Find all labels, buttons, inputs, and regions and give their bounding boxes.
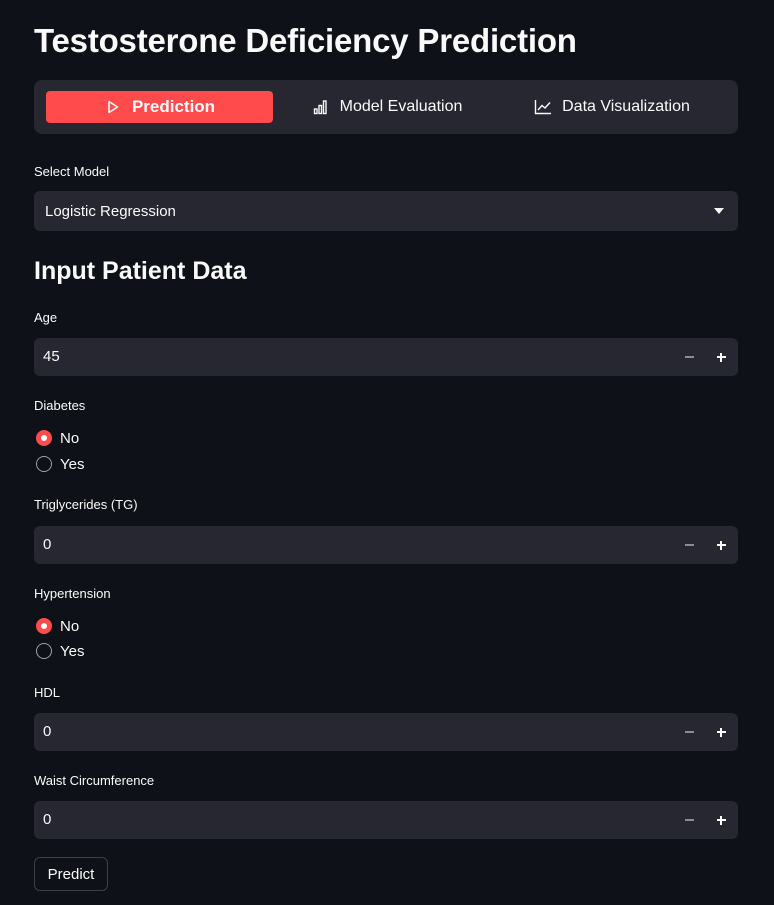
tab-prediction[interactable]: Prediction bbox=[46, 91, 273, 123]
waist-label: Waist Circumference bbox=[34, 773, 155, 788]
play-icon bbox=[104, 98, 122, 116]
tg-decrement-button[interactable] bbox=[674, 526, 704, 564]
radio-unselected-icon bbox=[36, 456, 52, 472]
diabetes-option-no-label: No bbox=[60, 429, 80, 447]
tab-model-evaluation-label: Model Evaluation bbox=[339, 98, 463, 115]
select-model-label: Select Model bbox=[34, 164, 110, 179]
waist-decrement-button[interactable] bbox=[674, 801, 704, 839]
waist-value[interactable]: 0 bbox=[43, 801, 51, 839]
page-title: Testosterone Deficiency Prediction bbox=[34, 22, 577, 59]
tab-data-visualization[interactable]: Data Visualization bbox=[525, 91, 699, 123]
age-input[interactable]: 45 bbox=[34, 338, 738, 376]
tg-label: Triglycerides (TG) bbox=[34, 497, 138, 512]
model-select-value: Logistic Regression bbox=[45, 202, 176, 220]
radio-selected-icon bbox=[36, 430, 52, 446]
chevron-down-icon bbox=[714, 208, 724, 214]
tg-input[interactable]: 0 bbox=[34, 526, 738, 564]
app-page: Testosterone Deficiency Prediction Predi… bbox=[0, 0, 774, 905]
hdl-value[interactable]: 0 bbox=[43, 713, 51, 751]
hypertension-option-no[interactable]: No bbox=[36, 616, 79, 636]
tab-bar: Prediction Model Evaluation Data Visuali… bbox=[34, 80, 738, 134]
minus-icon bbox=[684, 544, 694, 546]
waist-increment-button[interactable] bbox=[706, 801, 736, 839]
hypertension-option-yes-label: Yes bbox=[60, 642, 85, 660]
waist-input[interactable]: 0 bbox=[34, 801, 738, 839]
hdl-increment-button[interactable] bbox=[706, 713, 736, 751]
minus-icon bbox=[684, 731, 694, 733]
radio-selected-icon bbox=[36, 618, 52, 634]
hdl-label: HDL bbox=[34, 685, 61, 700]
radio-unselected-icon bbox=[36, 643, 52, 659]
age-decrement-button[interactable] bbox=[674, 338, 704, 376]
hypertension-option-no-label: No bbox=[60, 617, 80, 635]
diabetes-option-yes-label: Yes bbox=[60, 455, 85, 473]
line-chart-icon bbox=[534, 98, 552, 116]
section-title: Input Patient Data bbox=[34, 257, 247, 285]
tg-value[interactable]: 0 bbox=[43, 526, 51, 564]
tab-prediction-label: Prediction bbox=[131, 97, 216, 116]
tab-data-visualization-label: Data Visualization bbox=[562, 98, 690, 115]
hdl-input[interactable]: 0 bbox=[34, 713, 738, 751]
tab-model-evaluation[interactable]: Model Evaluation bbox=[302, 91, 472, 123]
minus-icon bbox=[684, 819, 694, 821]
diabetes-label: Diabetes bbox=[34, 398, 86, 413]
hdl-decrement-button[interactable] bbox=[674, 713, 704, 751]
model-select[interactable]: Logistic Regression bbox=[34, 191, 738, 231]
age-value[interactable]: 45 bbox=[43, 338, 60, 376]
age-label: Age bbox=[34, 310, 58, 325]
predict-button[interactable]: Predict bbox=[34, 857, 108, 891]
tg-increment-button[interactable] bbox=[706, 526, 736, 564]
diabetes-option-yes[interactable]: Yes bbox=[36, 454, 84, 474]
age-increment-button[interactable] bbox=[706, 338, 736, 376]
bar-chart-icon bbox=[312, 98, 330, 116]
hypertension-label: Hypertension bbox=[34, 586, 111, 601]
hypertension-option-yes[interactable]: Yes bbox=[36, 641, 84, 661]
minus-icon bbox=[684, 356, 694, 358]
diabetes-option-no[interactable]: No bbox=[36, 428, 79, 448]
